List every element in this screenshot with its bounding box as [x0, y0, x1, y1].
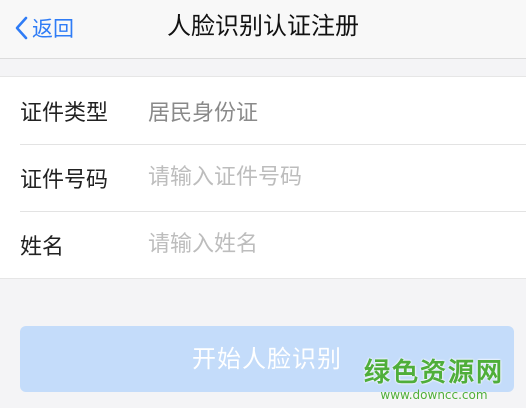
- id-number-input[interactable]: [148, 165, 488, 190]
- name-label: 姓名: [20, 234, 65, 260]
- id-number-label: 证件号码: [20, 167, 109, 193]
- name-input[interactable]: [148, 232, 488, 257]
- navigation-bar: 返回 人脸识别认证注册: [0, 0, 526, 59]
- start-face-recognition-button[interactable]: 开始人脸识别: [20, 326, 514, 392]
- id-type-row[interactable]: 证件类型 居民身份证: [0, 77, 526, 144]
- id-type-value[interactable]: 居民身份证: [148, 95, 258, 127]
- id-number-row: 证件号码: [0, 144, 526, 211]
- id-type-label: 证件类型: [20, 100, 109, 126]
- name-row: 姓名: [0, 211, 526, 278]
- registration-form: 证件类型 居民身份证 证件号码 姓名: [0, 76, 526, 279]
- page-title: 人脸识别认证注册: [167, 12, 359, 40]
